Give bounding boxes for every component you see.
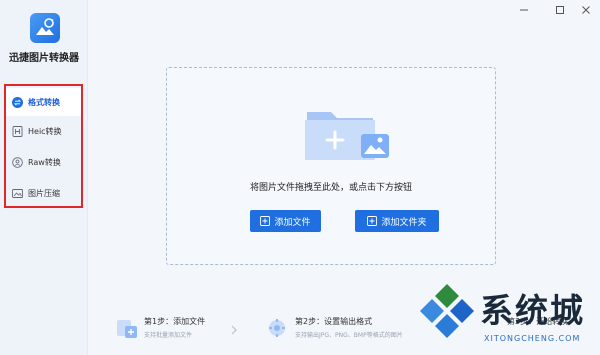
sidebar-nav: 格式转换 Heic转换 Raw转换 图片压缩: [4, 84, 83, 208]
close-button[interactable]: [578, 2, 594, 18]
close-icon: [582, 6, 590, 14]
folder-illustration-icon: [305, 112, 389, 160]
sidebar-item-heic[interactable]: Heic转换: [6, 117, 81, 145]
step-title: 第1步：添加文件: [144, 317, 206, 326]
step-desc: 支持输出JPG、PNG、BMP等格式的图片: [295, 332, 403, 339]
watermark-sub: XITONGCHENG.COM: [484, 334, 581, 343]
heic-icon: [12, 125, 23, 137]
app-logo-icon: [30, 13, 60, 43]
step-title: 第2步：设置输出格式: [295, 317, 373, 326]
maximize-icon: [556, 6, 564, 14]
add-file-step-icon: [116, 317, 138, 339]
watermark: 系统城 XITONGCHENG.COM: [416, 278, 600, 355]
watermark-text: 系统城: [480, 291, 585, 330]
sidebar-item-label: 格式转换: [28, 97, 60, 107]
chevron-right-icon: [230, 325, 238, 335]
add-file-button[interactable]: 添加文件: [250, 210, 321, 232]
add-folder-button[interactable]: 添加文件夹: [355, 210, 439, 232]
maximize-button[interactable]: [552, 2, 568, 18]
sidebar-item-format-convert[interactable]: 格式转换: [6, 88, 81, 116]
app-name: 迅捷图片转换器: [9, 53, 79, 64]
sidebar-item-label: Raw转换: [28, 157, 61, 167]
sidebar: 迅捷图片转换器 格式转换 Heic转换 Raw转换 图片压缩: [0, 0, 88, 355]
sidebar-item-label: Heic转换: [28, 126, 62, 136]
sidebar-item-image-compress[interactable]: 图片压缩: [6, 179, 81, 207]
add-folder-label: 添加文件夹: [381, 217, 427, 228]
sidebar-item-label: 图片压缩: [28, 188, 60, 198]
drop-hint: 将图片文件拖拽至此处，或点击下方按钮: [249, 183, 412, 193]
settings-step-icon: [267, 317, 289, 339]
add-folder-icon: [367, 216, 378, 226]
add-file-label: 添加文件: [274, 217, 311, 228]
image-compress-icon: [12, 188, 23, 199]
sidebar-item-raw[interactable]: Raw转换: [6, 148, 81, 176]
minimize-button[interactable]: [516, 2, 532, 18]
raw-icon: [12, 156, 23, 168]
add-file-icon: [260, 216, 271, 226]
format-convert-icon: [12, 96, 23, 108]
watermark-logo-icon: [420, 284, 474, 338]
drop-zone[interactable]: 将图片文件拖拽至此处，或点击下方按钮 添加文件 添加文件夹: [166, 67, 496, 265]
minimize-icon: [520, 9, 528, 11]
step-desc: 支持批量添加文件: [144, 332, 193, 339]
